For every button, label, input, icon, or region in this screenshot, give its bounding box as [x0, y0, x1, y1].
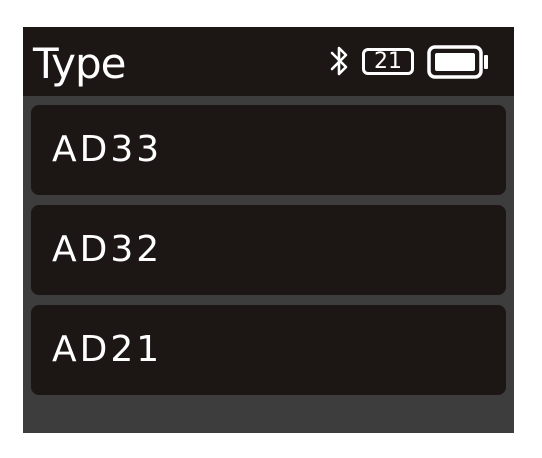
list-item-label: AD21	[52, 329, 163, 370]
list-item-ad21[interactable]: AD21	[31, 305, 506, 395]
list-item-label: AD33	[52, 129, 163, 170]
list-item-label: AD32	[52, 229, 163, 270]
list-item-ad32[interactable]: AD32	[31, 205, 506, 295]
header-bar: Type 21	[23, 27, 514, 96]
battery-icon	[427, 45, 488, 79]
bluetooth-icon	[330, 46, 348, 76]
list-item-ad33[interactable]: AD33	[31, 105, 506, 195]
device-screen: Type 21 AD33 AD32 AD21	[23, 27, 514, 433]
page-title: Type	[33, 39, 126, 88]
channel-badge: 21	[362, 48, 414, 75]
